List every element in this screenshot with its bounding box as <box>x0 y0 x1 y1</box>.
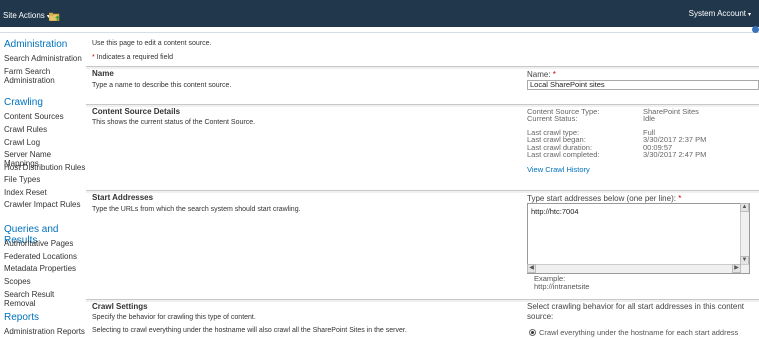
nav-heading-administration[interactable]: Administration <box>4 39 67 50</box>
start-addresses-textarea[interactable]: http://htc:7004 ▲ ▼ ◀ ▶ <box>527 203 750 274</box>
crawl-section-desc: Specify the behavior for crawling this t… <box>92 314 256 321</box>
nav-heading-reports[interactable]: Reports <box>4 312 39 323</box>
nav-item-authoritative-pages[interactable]: Authoritative Pages <box>4 239 73 248</box>
nav-item-federated-locations[interactable]: Federated Locations <box>4 252 77 261</box>
crawl-everything-radio[interactable] <box>529 329 536 336</box>
details-section-desc: This shows the current status of the Con… <box>92 119 256 126</box>
start-field-label: Type start addresses below (one per line… <box>527 194 681 203</box>
required-note-text: Indicates a required field <box>96 54 173 61</box>
nav-item-index-reset[interactable]: Index Reset <box>4 188 47 197</box>
main-content: Use this page to edit a content source. … <box>86 34 759 338</box>
required-note: * Indicates a required field <box>92 54 173 61</box>
crawl-behavior-text: Select crawling behavior for all start a… <box>527 302 744 321</box>
ribbon-strip <box>0 27 759 33</box>
nav-item-search-result-removal[interactable]: Search Result Removal <box>4 290 86 308</box>
account-label: System Account <box>688 9 746 18</box>
section-header-band <box>86 67 759 69</box>
site-actions-menu[interactable]: Site Actions ▾ <box>3 11 50 20</box>
start-label-text: Type start addresses below (one per line… <box>527 194 676 203</box>
required-star: * <box>552 70 556 79</box>
required-star: * <box>678 194 682 203</box>
nav-item-farm-search-administration[interactable]: Farm Search Administration <box>4 67 64 85</box>
start-section-desc: Type the URLs from which the search syst… <box>92 206 301 213</box>
nav-item-crawl-rules[interactable]: Crawl Rules <box>4 125 47 134</box>
quick-launch: Administration Search Administration Far… <box>0 34 86 338</box>
vertical-scrollbar[interactable]: ▲ ▼ <box>740 203 749 273</box>
nav-heading-crawling[interactable]: Crawling <box>4 97 43 108</box>
site-actions-label: Site Actions <box>3 11 45 20</box>
section-header-band <box>86 191 759 193</box>
details-section-title: Content Source Details <box>92 107 181 116</box>
nav-item-search-administration[interactable]: Search Administration <box>4 54 82 63</box>
view-crawl-history-link[interactable]: View Crawl History <box>527 165 590 174</box>
scroll-right-icon[interactable]: ▶ <box>732 264 741 273</box>
detail-value: 3/30/2017 2:47 PM <box>643 150 707 159</box>
detail-value: Idle <box>643 114 656 123</box>
scroll-left-icon[interactable]: ◀ <box>527 264 536 273</box>
navigate-up-icon[interactable] <box>49 11 60 21</box>
name-field-label: Name: * <box>527 70 556 79</box>
detail-key: Current Status: <box>527 114 578 123</box>
horizontal-scrollbar[interactable]: ◀ ▶ <box>527 264 749 273</box>
nav-item-scopes[interactable]: Scopes <box>4 277 31 286</box>
name-input[interactable]: Local SharePoint sites <box>527 80 759 90</box>
scroll-up-icon[interactable]: ▲ <box>740 203 749 212</box>
nav-item-crawl-log[interactable]: Crawl Log <box>4 138 40 147</box>
name-label-text: Name: <box>527 70 551 79</box>
nav-item-host-distribution-rules[interactable]: Host Distribution Rules <box>4 163 85 172</box>
name-section-desc: Type a name to describe this content sou… <box>92 82 232 89</box>
intro-text: Use this page to edit a content source. <box>92 40 212 47</box>
nav-item-content-sources[interactable]: Content Sources <box>4 112 64 121</box>
top-bar: Site Actions ▾ System Account ▾ <box>0 0 759 27</box>
example-value: http://intranetsite <box>534 282 590 291</box>
nav-item-administration-reports[interactable]: Administration Reports <box>4 327 85 336</box>
nav-item-crawler-impact-rules[interactable]: Crawler Impact Rules <box>4 200 80 209</box>
nav-item-metadata-properties[interactable]: Metadata Properties <box>4 264 76 273</box>
crawl-section-desc-2: Selecting to crawl everything under the … <box>92 327 407 334</box>
crawl-section-title: Crawl Settings <box>92 302 148 311</box>
detail-key: Last crawl completed: <box>527 150 600 159</box>
start-section-title: Start Addresses <box>92 193 154 202</box>
account-menu[interactable]: System Account ▾ <box>689 9 751 18</box>
help-icon[interactable] <box>752 26 759 33</box>
required-star: * <box>92 54 95 61</box>
name-section-title: Name <box>92 69 114 78</box>
chevron-down-icon: ▾ <box>747 12 751 18</box>
nav-item-file-types[interactable]: File Types <box>4 175 40 184</box>
crawl-everything-label[interactable]: Crawl everything under the hostname for … <box>539 329 738 337</box>
start-address-value: http://htc:7004 <box>531 207 579 216</box>
